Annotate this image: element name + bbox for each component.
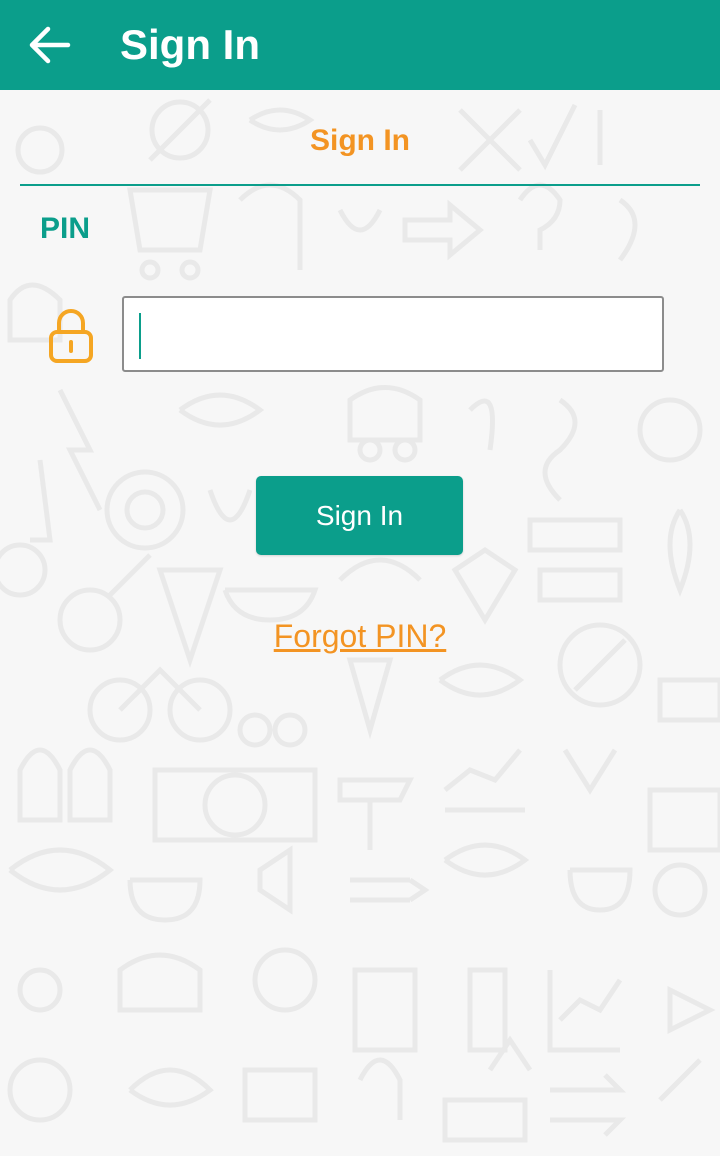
lock-icon — [49, 309, 93, 363]
text-cursor — [139, 313, 141, 359]
app-bar: Sign In — [0, 0, 720, 90]
tab-divider — [20, 184, 700, 186]
tab-sign-in[interactable]: Sign In — [0, 124, 720, 158]
pin-input[interactable] — [122, 296, 664, 372]
pin-label: PIN — [40, 212, 91, 245]
forgot-pin-link[interactable]: Forgot PIN? — [0, 618, 720, 655]
sign-in-form: Sign In PIN Sign In Forgot PIN? — [0, 90, 720, 1156]
back-button[interactable] — [0, 0, 100, 90]
app-bar-title: Sign In — [120, 21, 260, 68]
arrow-back-icon — [29, 26, 71, 64]
sign-in-button[interactable]: Sign In — [256, 476, 463, 555]
